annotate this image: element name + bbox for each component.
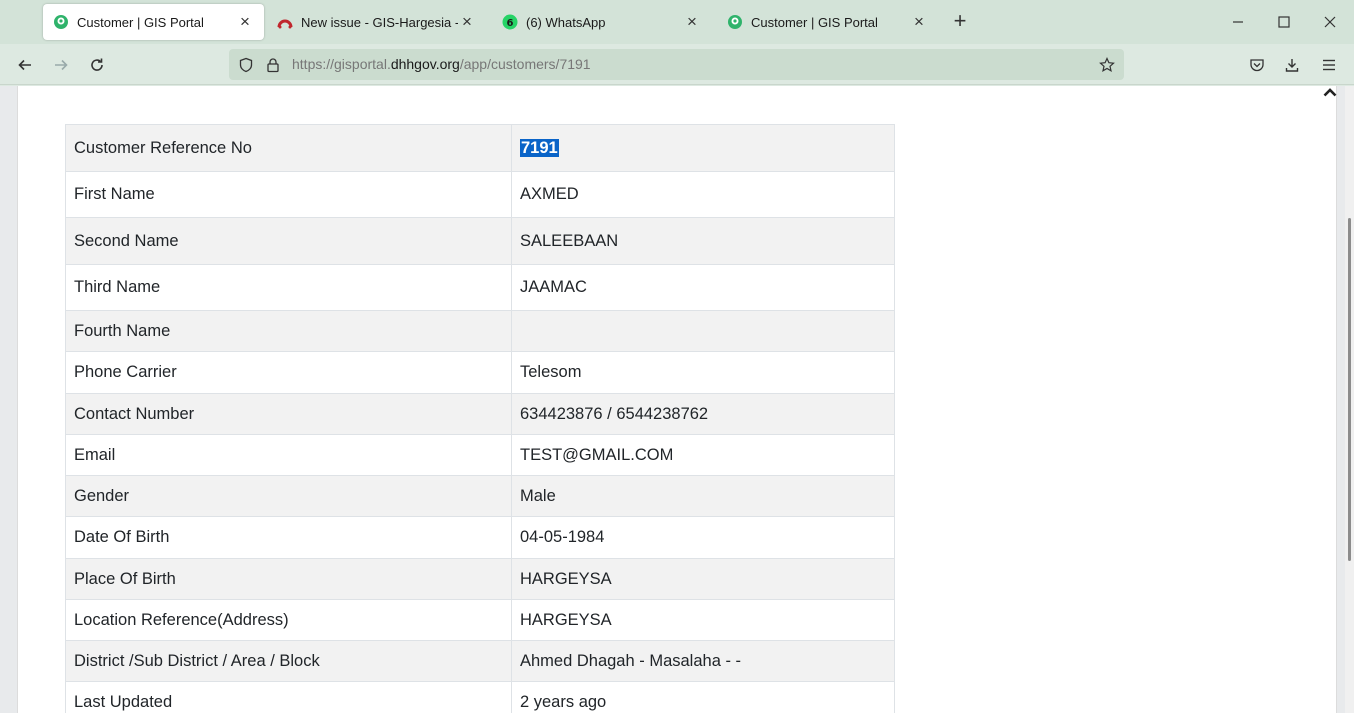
row-label: Contact Number: [65, 393, 512, 435]
table-row: District /Sub District / Area / Block Ah…: [65, 640, 895, 682]
table-row: Phone Carrier Telesom: [65, 351, 895, 394]
row-value: HARGEYSA: [511, 558, 895, 600]
tab-whatsapp[interactable]: 6 (6) WhatsApp ×: [492, 4, 711, 40]
scrollbar-thumb[interactable]: [1348, 218, 1351, 561]
tab-customer-gis-portal-2[interactable]: Customer | GIS Portal ×: [717, 4, 938, 40]
row-value: Male: [511, 475, 895, 517]
close-tab-icon[interactable]: ×: [236, 13, 254, 31]
svg-text:6: 6: [507, 18, 514, 29]
row-value: 2 years ago: [511, 681, 895, 713]
tab-strip: Customer | GIS Portal × New issue - GIS-…: [0, 0, 1354, 44]
row-value: 04-05-1984: [511, 516, 895, 559]
back-arrow-icon[interactable]: [12, 52, 38, 78]
row-value: 7191: [511, 124, 895, 172]
lock-icon[interactable]: [263, 55, 283, 75]
close-tab-icon[interactable]: ×: [910, 13, 928, 31]
navigation-toolbar: https://gisportal.dhhgov.org/app/custome…: [0, 44, 1354, 85]
row-label: Email: [65, 434, 512, 476]
row-label: Customer Reference No: [65, 124, 512, 172]
row-value: Ahmed Dhagah - Masalaha - -: [511, 640, 895, 682]
row-label: Location Reference(Address): [65, 599, 512, 641]
row-value: Telesom: [511, 351, 895, 394]
row-label: Second Name: [65, 217, 512, 265]
url-prefix: https://gisportal.: [292, 56, 391, 72]
redmine-icon: [277, 14, 293, 30]
page-viewport: Customer Reference No 7191 First Name AX…: [0, 86, 1354, 713]
shield-icon[interactable]: [236, 55, 256, 75]
table-row: Date Of Birth 04-05-1984: [65, 516, 895, 559]
maximize-icon[interactable]: [1272, 10, 1296, 34]
customer-reference-value[interactable]: 7191: [520, 138, 559, 157]
row-label: Date Of Birth: [65, 516, 512, 559]
row-value: HARGEYSA: [511, 599, 895, 641]
bookmark-star-icon[interactable]: [1097, 55, 1117, 75]
row-label: Fourth Name: [65, 310, 512, 352]
new-tab-plus-icon[interactable]: +: [948, 10, 972, 34]
tab-new-issue[interactable]: New issue - GIS-Hargesia - Team ×: [267, 4, 486, 40]
url-path: /app/customers/7191: [459, 56, 591, 72]
download-icon[interactable]: [1279, 52, 1305, 78]
address-bar[interactable]: https://gisportal.dhhgov.org/app/custome…: [229, 49, 1124, 80]
tab-title: Customer | GIS Portal: [751, 14, 878, 30]
row-label: Phone Carrier: [65, 351, 512, 394]
url-host: dhhgov.org: [390, 56, 460, 72]
table-row: Fourth Name: [65, 310, 895, 352]
table-row: Gender Male: [65, 475, 895, 517]
row-value: TEST@GMAIL.COM: [511, 434, 895, 476]
row-value: [511, 310, 895, 352]
gis-portal-icon: [727, 14, 743, 30]
gis-portal-icon: [53, 14, 69, 30]
url-text: https://gisportal.dhhgov.org/app/custome…: [292, 56, 591, 72]
row-label: Last Updated: [65, 681, 512, 713]
tab-title: (6) WhatsApp: [526, 14, 606, 30]
reload-icon[interactable]: [84, 52, 110, 78]
tab-title: Customer | GIS Portal: [77, 14, 204, 30]
collapse-chevron-up-icon[interactable]: [1323, 84, 1341, 98]
customer-details-card: Customer Reference No 7191 First Name AX…: [17, 86, 1337, 713]
row-label: Gender: [65, 475, 512, 517]
table-row: First Name AXMED: [65, 171, 895, 218]
table-row: Second Name SALEEBAAN: [65, 217, 895, 265]
close-tab-icon[interactable]: ×: [683, 13, 701, 31]
forward-arrow-icon[interactable]: [48, 52, 74, 78]
row-value: AXMED: [511, 171, 895, 218]
tab-customer-gis-portal[interactable]: Customer | GIS Portal ×: [43, 4, 264, 40]
pocket-icon[interactable]: [1244, 52, 1270, 78]
table-row: Email TEST@GMAIL.COM: [65, 434, 895, 476]
table-row: Location Reference(Address) HARGEYSA: [65, 599, 895, 641]
table-row: Last Updated 2 years ago: [65, 681, 895, 713]
row-value: JAAMAC: [511, 264, 895, 311]
window-close-icon[interactable]: [1318, 10, 1342, 34]
table-row: Place Of Birth HARGEYSA: [65, 558, 895, 600]
table-row: Contact Number 634423876 / 6544238762: [65, 393, 895, 435]
row-value: 634423876 / 6544238762: [511, 393, 895, 435]
customer-details-table: Customer Reference No 7191 First Name AX…: [65, 124, 895, 713]
close-tab-icon[interactable]: ×: [458, 13, 476, 31]
minimize-icon[interactable]: [1226, 10, 1250, 34]
row-label: District /Sub District / Area / Block: [65, 640, 512, 682]
table-row: Customer Reference No 7191: [65, 124, 895, 172]
row-label: Place Of Birth: [65, 558, 512, 600]
row-label: Third Name: [65, 264, 512, 311]
row-label: First Name: [65, 171, 512, 218]
row-value: SALEEBAAN: [511, 217, 895, 265]
whatsapp-icon: 6: [502, 14, 518, 30]
tab-title: New issue - GIS-Hargesia - Team: [301, 14, 458, 30]
menu-hamburger-icon[interactable]: [1316, 52, 1342, 78]
table-row: Third Name JAAMAC: [65, 264, 895, 311]
